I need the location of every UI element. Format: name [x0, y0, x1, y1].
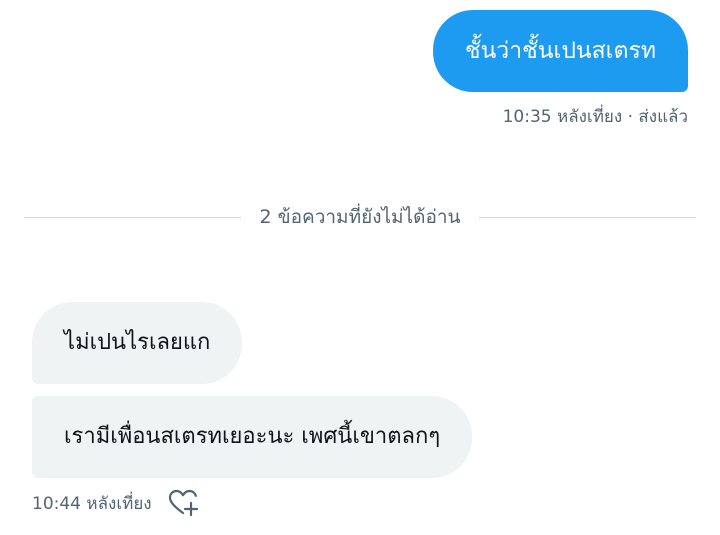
incoming-message-timestamp: 10:44 หลังเที่ยง [32, 493, 152, 514]
outgoing-message-text: ชั้นว่าชั้นเปนสเตรท [464, 37, 656, 64]
incoming-message-bubble[interactable]: เรามีเพื่อนสเตรทเยอะนะ เพศนี้เขาตลกๆ [32, 396, 473, 478]
divider-line-left [24, 216, 242, 218]
heart-plus-icon[interactable] [166, 486, 200, 520]
incoming-message-text: ไม่เปนไรเลยแก [64, 330, 211, 355]
unread-messages-label: 2 ข้อความที่ยังไม่ได้อ่าน [259, 206, 461, 228]
divider-line-right [478, 216, 697, 218]
unread-messages-divider: 2 ข้อความที่ยังไม่ได้อ่าน [24, 202, 697, 232]
outgoing-message-bubble[interactable]: ชั้นว่าชั้นเปนสเตรท [432, 10, 688, 92]
outgoing-message-timestamp: 10:35 หลังเที่ยง · ส่งแล้ว [502, 107, 688, 127]
incoming-message-text: เรามีเพื่อนสเตรทเยอะนะ เพศนี้เขาตลกๆ [64, 424, 441, 449]
incoming-message-meta: 10:44 หลังเที่ยง [32, 486, 200, 520]
incoming-message-bubble[interactable]: ไม่เปนไรเลยแก [32, 302, 243, 384]
conversation-view: ชั้นว่าชั้นเปนสเตรท 10:35 หลังเที่ยง · ส… [0, 0, 720, 535]
